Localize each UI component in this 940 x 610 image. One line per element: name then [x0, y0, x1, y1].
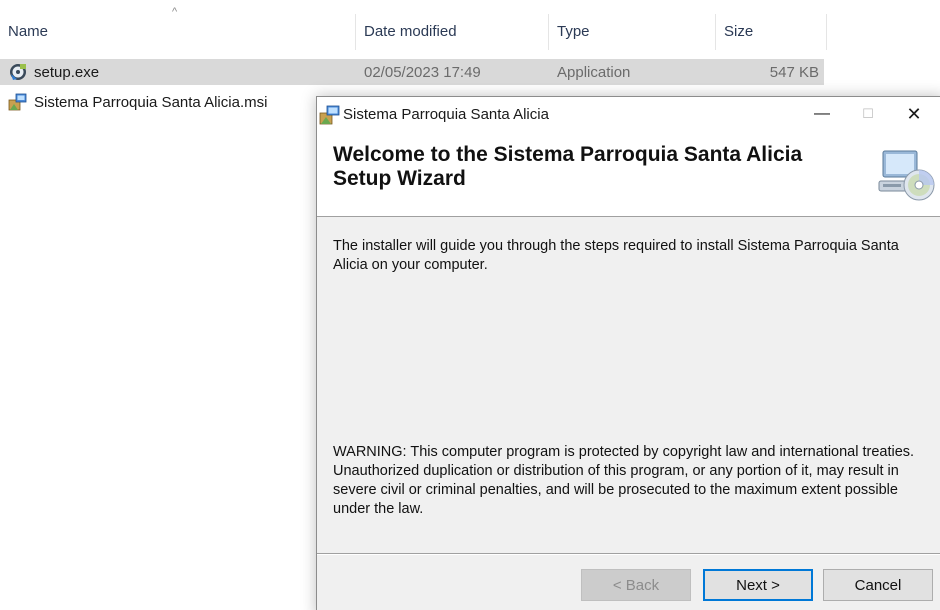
column-header-type[interactable]: Type — [549, 0, 715, 62]
back-button[interactable]: < Back — [581, 569, 691, 601]
wizard-banner: Welcome to the Sistema Parroquia Santa A… — [317, 131, 940, 217]
msi-package-icon — [8, 93, 27, 111]
next-button[interactable]: Next > — [703, 569, 813, 601]
file-row-setup-exe[interactable]: setup.exe 02/05/2023 17:49 Application 5… — [0, 59, 940, 85]
file-name-cell: setup.exe — [8, 59, 99, 85]
dialog-title: Sistema Parroquia Santa Alicia — [343, 105, 549, 123]
minimize-button[interactable]: — — [799, 97, 845, 131]
copyright-warning-text: WARNING: This computer program is protec… — [333, 444, 915, 517]
column-divider[interactable] — [826, 14, 827, 50]
setup-wizard-dialog: Sistema Parroquia Santa Alicia — ☐ ✕ Wel… — [316, 96, 940, 610]
column-header-name[interactable]: Name — [0, 0, 355, 62]
file-type: Application — [557, 63, 631, 81]
file-name: Sistema Parroquia Santa Alicia.msi — [34, 93, 268, 111]
column-header-size[interactable]: Size — [716, 0, 826, 62]
wizard-intro-text: The installer will guide you through the… — [333, 238, 899, 273]
file-name-cell: Sistema Parroquia Santa Alicia.msi — [8, 89, 267, 115]
column-header-date-modified[interactable]: Date modified — [356, 0, 548, 62]
setup-exe-icon — [10, 64, 26, 80]
file-size: 547 KB — [769, 63, 819, 81]
maximize-button[interactable]: ☐ — [845, 97, 891, 131]
computer-cd-icon — [878, 150, 935, 201]
dialog-titlebar[interactable]: Sistema Parroquia Santa Alicia — ☐ ✕ — [317, 97, 940, 131]
sort-ascending-icon: ^ — [172, 6, 178, 18]
column-header-row: Name ^ Date modified Type Size — [0, 0, 940, 62]
file-name: setup.exe — [34, 63, 100, 81]
footer-divider — [317, 553, 940, 555]
cancel-button[interactable]: Cancel — [823, 569, 933, 601]
installer-app-icon — [319, 105, 340, 125]
close-button[interactable]: ✕ — [891, 97, 937, 131]
file-date: 02/05/2023 17:49 — [364, 63, 481, 81]
wizard-heading: Welcome to the Sistema Parroquia Santa A… — [333, 143, 803, 190]
